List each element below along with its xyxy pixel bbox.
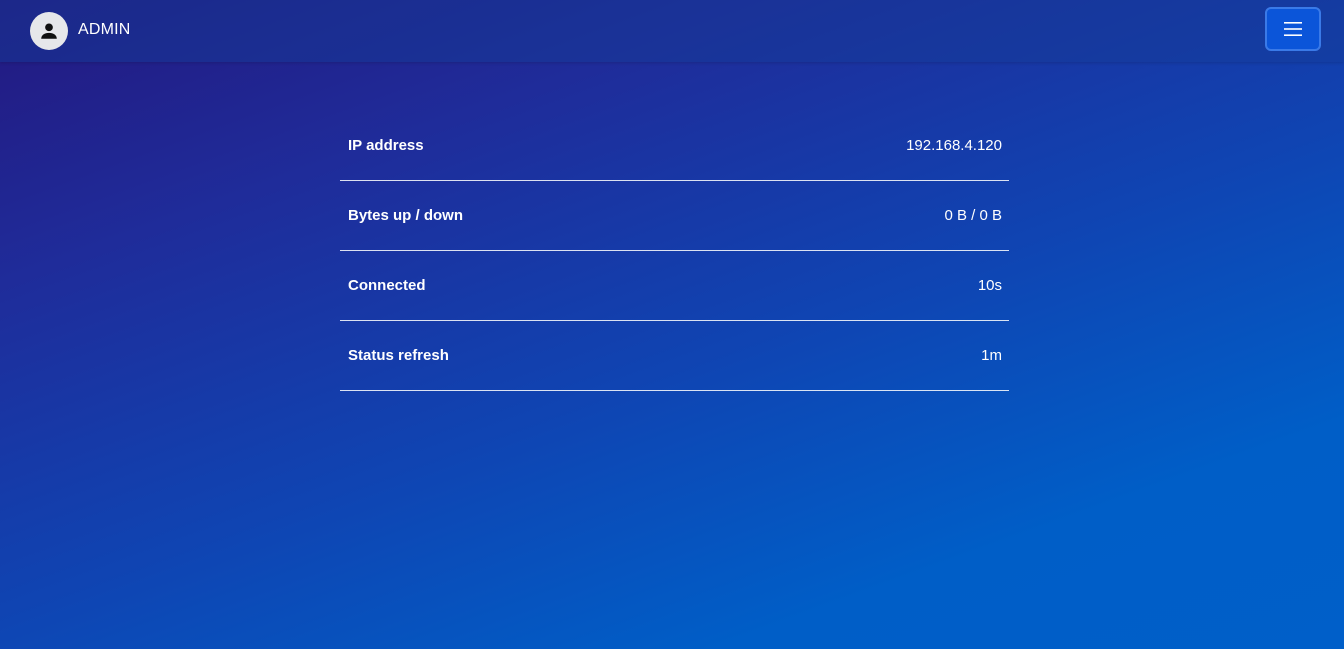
status-value: 1m xyxy=(981,347,1002,364)
status-row-ip-address: IP address 192.168.4.120 xyxy=(340,111,1009,181)
status-label: Status refresh xyxy=(348,347,449,364)
menu-toggle-button[interactable] xyxy=(1265,7,1321,51)
status-value: 192.168.4.120 xyxy=(906,137,1002,154)
user-avatar[interactable] xyxy=(30,12,68,50)
status-label: Bytes up / down xyxy=(348,207,464,224)
connection-status-table: IP address 192.168.4.120 Bytes up / down… xyxy=(340,111,1009,391)
hamburger-menu-icon xyxy=(1284,22,1302,36)
user-icon xyxy=(41,23,57,39)
status-label: Connected xyxy=(348,277,426,294)
status-row-connected: Connected 10s xyxy=(340,251,1009,321)
status-row-refresh: Status refresh 1m xyxy=(340,321,1009,391)
top-navigation-bar: ADMIN xyxy=(0,0,1344,62)
status-label: IP address xyxy=(348,137,424,154)
status-value: 0 B / 0 B xyxy=(944,207,1002,224)
username-label: ADMIN xyxy=(78,21,131,38)
status-row-bytes: Bytes up / down 0 B / 0 B xyxy=(340,181,1009,251)
status-value: 10s xyxy=(977,277,1002,294)
